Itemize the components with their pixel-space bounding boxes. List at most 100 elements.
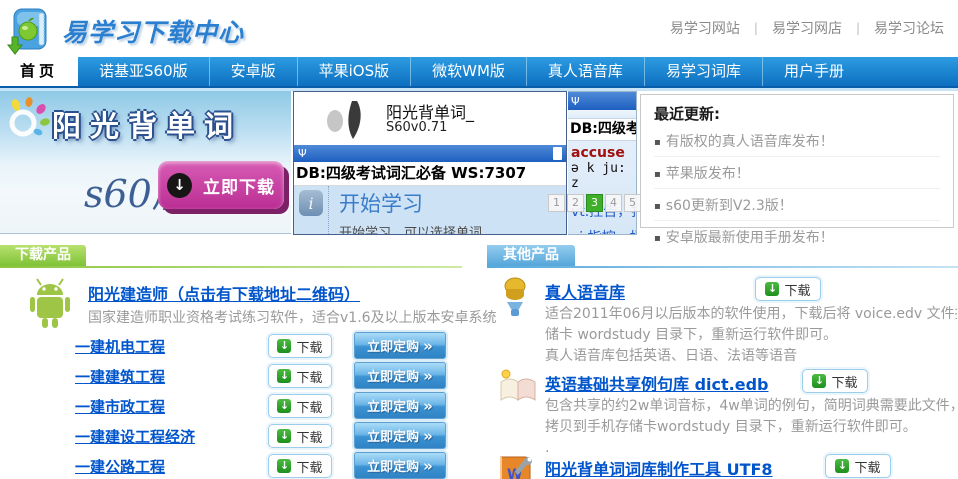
antenna-icon: Ψ (298, 147, 307, 160)
description-line: 包含共享的约2w单词音标，4w单词的例句，简明词典需要此文件，下 (545, 396, 957, 417)
download-arrow-icon: ↓ (835, 459, 849, 473)
download-button[interactable]: ↓ 下载 (755, 277, 821, 301)
download-arrow-icon: ↓ (277, 429, 291, 443)
bullet-icon: ▪ (654, 169, 661, 180)
nav-item-ios[interactable]: 苹果iOS版 (297, 57, 411, 86)
download-button-label: 下载 (831, 372, 857, 391)
download-arrow-icon: ↓ (765, 282, 779, 296)
order-button-label: 立即定购 (367, 336, 419, 355)
order-now-button[interactable]: 立即定购 » (354, 362, 446, 389)
download-button-label: 下载 (296, 337, 322, 356)
download-button-label: 下载 (854, 457, 880, 476)
info-column: i (294, 186, 329, 234)
recent-update-item[interactable]: ▪ 安卓版最新使用手册发布！ (654, 221, 940, 252)
row-link-jingji[interactable]: 一建建设工程经济 (75, 426, 195, 447)
order-button-label: 立即定购 (367, 456, 419, 475)
tab-other-products[interactable]: 其他产品 (487, 245, 575, 266)
sentence-library-link[interactable]: 英语基础共享例句库 dict.edb (545, 371, 768, 395)
recent-update-text: s60更新到V2.3版！ (666, 198, 793, 214)
link-separator: | (754, 21, 758, 35)
menu-title: 开始学习 (339, 188, 482, 218)
page-dot-3-active[interactable]: 3 (586, 194, 603, 212)
page-dot-1[interactable]: 1 (548, 194, 565, 212)
order-now-button[interactable]: 立即定购 » (354, 392, 446, 419)
recent-update-text: 有版权的真人语音库发布！ (666, 134, 834, 150)
row-link-gonglu[interactable]: 一建公路工程 (75, 456, 165, 477)
nav-item-wm[interactable]: 微软WM版 (410, 57, 526, 86)
banner-download-button[interactable]: ↓ 立即下载 (158, 161, 284, 209)
screenshot-splash: 阳光背单词_ S60v0.71 (294, 92, 566, 145)
download-arrow-icon: ↓ (812, 374, 826, 388)
nav-item-manual[interactable]: 用户手册 (762, 57, 865, 86)
tab-download-products[interactable]: 下载产品 (0, 245, 86, 266)
download-circle-arrow-icon: ↓ (167, 173, 192, 198)
row-link-jianzhu[interactable]: 一建建筑工程 (75, 366, 165, 387)
description-line: 拷贝到手机存储卡wordstudy 目录下，重新运行软件即可。 (545, 417, 957, 438)
recent-update-item[interactable]: ▪苹果版发布！ (654, 157, 940, 189)
row-link-shizheng[interactable]: 一建市政工程 (75, 396, 165, 417)
download-button[interactable]: ↓ 下载 (268, 334, 332, 358)
screenshot2-gap (568, 110, 636, 118)
bullet-icon: ▪ (654, 137, 661, 148)
app-screenshot-word: Ψ DB:四级考试 accuse ə k ju: z vt.控告，指 vi.指控… (568, 91, 637, 235)
chevron-right-icon: » (423, 367, 433, 385)
download-arrow-icon: ↓ (277, 339, 291, 353)
screenshot-menu: i 开始学习 开始学习，可以选择单词 (294, 186, 566, 234)
row-link-jidian[interactable]: 一建机电工程 (75, 336, 165, 357)
page-dot-5[interactable]: 5 (624, 194, 641, 212)
top-link-forum[interactable]: 易学习论坛 (874, 18, 944, 38)
page-dot-2[interactable]: 2 (567, 194, 584, 212)
screenshot-statusbar: Ψ (294, 145, 566, 162)
nav-item-nokia-s60[interactable]: 诺基亚S60版 (78, 57, 209, 86)
download-button[interactable]: ↓ 下载 (802, 369, 868, 393)
toolbook-wrench-icon: W (497, 453, 537, 479)
top-links: 易学习网站 | 易学习网店 | 易学习论坛 (670, 18, 944, 38)
recent-update-text: 安卓版最新使用手册发布！ (666, 230, 834, 246)
download-button[interactable]: ↓ 下载 (268, 454, 332, 478)
blue-section-line (487, 266, 958, 268)
recent-updates-panel: 最近更新: ▪有版权的真人语音库发布！ ▪苹果版发布！ ▪s60更新到V2.3版… (640, 94, 954, 228)
site-logo[interactable]: 易学习下载中心 (6, 3, 244, 59)
nav-item-dictionary[interactable]: 易学习词库 (644, 57, 762, 86)
open-book-bulb-icon (497, 368, 539, 408)
order-now-button[interactable]: 立即定购 » (354, 422, 446, 449)
chevron-right-icon: » (423, 427, 433, 445)
screenshot2-body: accuse ə k ju: z vt.控告，指 vi.指控，指 (568, 141, 636, 235)
carousel: 阳光背单词 s60版 ↓ 立即下载 阳光背单词_ S60v0.71 Ψ (0, 91, 958, 235)
bullet-icon: ▪ (654, 233, 661, 244)
download-button[interactable]: ↓ 下载 (268, 424, 332, 448)
android-robot-icon (22, 276, 78, 336)
nav-item-android[interactable]: 安卓版 (209, 57, 297, 86)
dictionary-tool-link[interactable]: 阳光背单词词库制作工具 UTF8 (545, 456, 773, 479)
antenna-icon: Ψ (571, 95, 580, 108)
page: 易学习下载中心 易学习网站 | 易学习网店 | 易学习论坛 首页 诺基亚S60版… (0, 0, 958, 479)
top-link-shop[interactable]: 易学习网店 (772, 18, 842, 38)
app-swoosh-logo-icon (322, 99, 374, 145)
page-dot-4[interactable]: 4 (605, 194, 622, 212)
builder-product-link[interactable]: 阳光建造师（点击有下载地址二维码） (88, 281, 360, 305)
nav-item-voice-library[interactable]: 真人语音库 (526, 57, 644, 86)
top-link-website[interactable]: 易学习网站 (670, 18, 740, 38)
bullet-icon: ▪ (654, 201, 661, 212)
other-products: 真人语音库 ↓ 下载 适合2011年06月以后版本的软件使用，下载后将 voic… (487, 272, 958, 479)
description-line: 储卡 wordstudy 目录下，重新运行软件即可。 (545, 325, 957, 346)
app-screenshot-main: 阳光背单词_ S60v0.71 Ψ DB:四级考试词汇必备 WS:7307 i … (293, 91, 567, 235)
screenshot2-statusbar: Ψ (568, 92, 636, 110)
nav-item-home[interactable]: 首页 (0, 57, 78, 86)
order-now-button[interactable]: 立即定购 » (354, 452, 446, 479)
table-row: 一建建设工程经济 ↓ 下载 立即定购 » (0, 421, 462, 451)
description-line: 适合2011年06月以后版本的软件使用，下载后将 voice.edv 文件拷 (545, 304, 957, 325)
download-button[interactable]: ↓ 下载 (268, 394, 332, 418)
download-button-label: 下载 (296, 457, 322, 476)
sun-logo-icon (2, 97, 54, 149)
recent-update-item[interactable]: ▪ 有版权的真人语音库发布！ (654, 125, 940, 157)
download-button[interactable]: ↓ 下载 (825, 454, 891, 478)
download-button[interactable]: ↓ 下载 (268, 364, 332, 388)
order-now-button[interactable]: 立即定购 » (354, 332, 446, 359)
voice-library-link[interactable]: 真人语音库 (545, 279, 625, 303)
banner-title: 阳光背单词 (52, 103, 242, 145)
green-section-line (0, 266, 462, 268)
download-arrow-icon: ↓ (277, 369, 291, 383)
recent-update-item[interactable]: ▪ s60更新到V2.3版！ (654, 189, 940, 221)
word-entry: accuse (571, 145, 636, 161)
